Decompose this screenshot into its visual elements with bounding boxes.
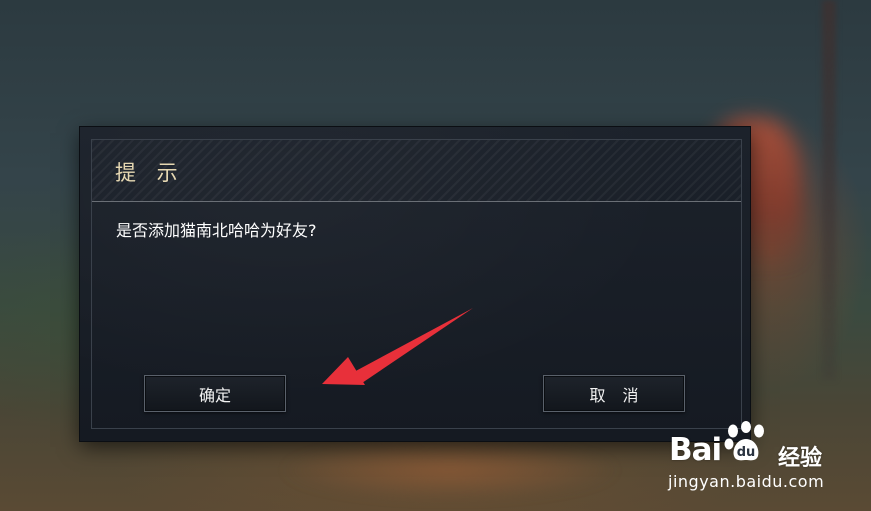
prompt-dialog: 提 示 是否添加猫南北哈哈为好友? 确定 取 消 [80,127,750,441]
watermark-url: jingyan.baidu.com [668,472,825,491]
background-pole [822,0,836,380]
baidu-paw-icon: du [724,421,764,461]
confirm-button[interactable]: 确定 [144,375,286,412]
watermark-brand-cn: 经验 [778,446,823,471]
dialog-title-bar [92,140,741,201]
title-divider [92,201,741,202]
cancel-button[interactable]: 取 消 [543,375,685,412]
confirm-button-label: 确定 [198,385,231,405]
dialog-title: 提 示 [115,161,185,185]
watermark-brand-right: du [737,445,756,460]
dialog-message: 是否添加猫南北哈哈为好友? [116,221,317,240]
background-campfire [280,440,620,500]
game-scene: 提 示 是否添加猫南北哈哈为好友? 确定 取 消 du Bai 经验 jingy… [0,0,871,511]
watermark-brand-left: Bai [669,432,722,468]
cancel-button-label: 取 消 [589,385,645,405]
